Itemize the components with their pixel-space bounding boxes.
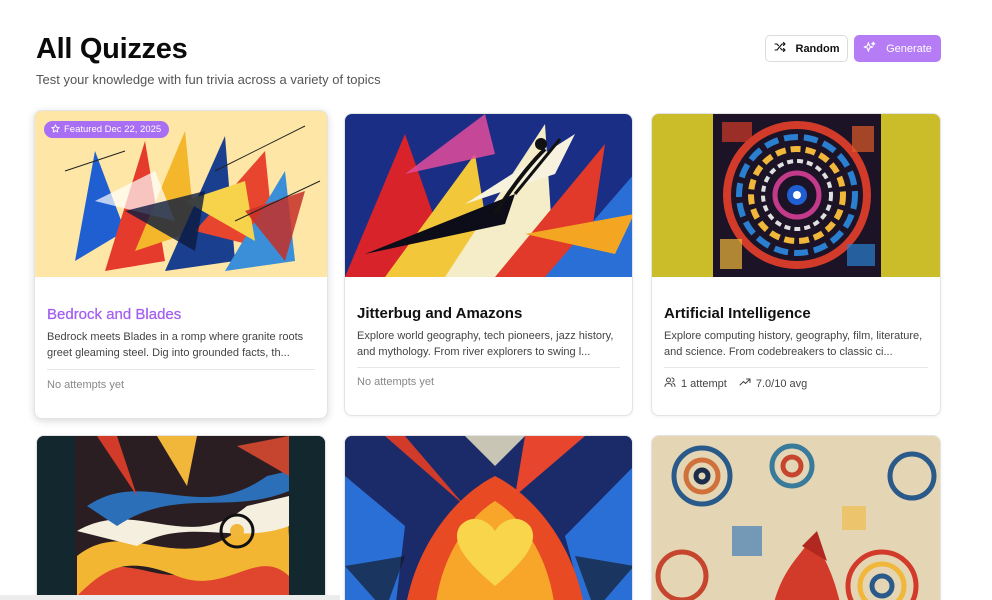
generate-button[interactable]: Generate: [854, 35, 941, 62]
shuffle-icon: [773, 41, 786, 56]
average-stat: 7.0/10 avg: [739, 376, 807, 391]
quiz-meta: No attempts yet: [47, 379, 125, 391]
page-subtitle: Test your knowledge with fun trivia acro…: [36, 72, 381, 87]
featured-badge: Featured Dec 22, 2025: [44, 121, 170, 138]
quiz-title[interactable]: Jitterbug and Amazons: [357, 305, 522, 322]
random-button[interactable]: Random: [765, 35, 848, 62]
quiz-meta: No attempts yet: [357, 376, 435, 388]
page-title: All Quizzes: [36, 33, 188, 65]
card-divider: [664, 367, 928, 368]
featured-badge-label: Featured Dec 22, 2025: [64, 124, 162, 135]
card-divider: [357, 367, 620, 368]
star-icon: [51, 123, 60, 136]
sparkles-icon: [863, 41, 876, 57]
quiz-card[interactable]: [651, 435, 941, 600]
average-score: 7.0/10 avg: [755, 377, 808, 390]
generate-button-label: Generate: [886, 42, 932, 55]
quiz-card[interactable]: Artificial Intelligence Explore computin…: [651, 113, 941, 416]
trending-up-icon: [739, 376, 751, 391]
quiz-cover-image: [652, 114, 940, 277]
quiz-card[interactable]: Jitterbug and Amazons Explore world geog…: [344, 113, 633, 416]
quiz-cover-image: [345, 436, 632, 600]
quiz-cover-image: [652, 436, 940, 600]
attempts-count: 1 attempt: [681, 377, 727, 390]
quiz-cover-image: [37, 436, 325, 600]
quiz-card[interactable]: Featured Dec 22, 2025 Bedrock and Blades…: [34, 110, 328, 419]
quiz-description: Explore computing history, geography, fi…: [664, 330, 923, 358]
users-icon: [664, 376, 676, 391]
quiz-card[interactable]: [36, 435, 326, 600]
random-button-label: Random: [795, 42, 840, 55]
quiz-title[interactable]: Bedrock and Blades: [47, 306, 182, 323]
quiz-cover-image: [345, 114, 632, 277]
quiz-card[interactable]: [344, 435, 633, 600]
attempts-stat: 1 attempt: [664, 376, 727, 391]
card-divider: [47, 369, 315, 370]
quiz-stats: 1 attempt 7.0/10 avg: [664, 376, 807, 391]
bottom-scroll-shadow: [0, 595, 340, 600]
quiz-description: Explore world geography, tech pioneers, …: [357, 330, 614, 358]
quiz-description: Bedrock meets Blades in a romp where gra…: [47, 331, 304, 359]
quiz-title[interactable]: Artificial Intelligence: [664, 305, 811, 322]
